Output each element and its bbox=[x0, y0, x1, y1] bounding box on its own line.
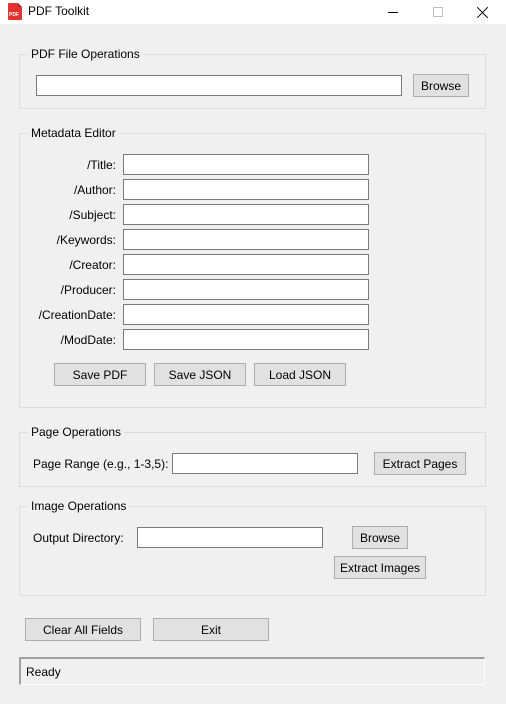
exit-button[interactable]: Exit bbox=[153, 618, 269, 641]
save-pdf-button[interactable]: Save PDF bbox=[54, 363, 146, 386]
metadata-editor-title: Metadata Editor bbox=[28, 126, 119, 140]
title-bar: PDF PDF Toolkit bbox=[0, 0, 506, 24]
extract-images-button[interactable]: Extract Images bbox=[334, 556, 426, 579]
output-directory-input[interactable] bbox=[137, 527, 323, 548]
status-bar: Ready bbox=[19, 657, 485, 685]
pdf-browse-button[interactable]: Browse bbox=[413, 74, 469, 97]
subject-field-label: /Subject: bbox=[69, 208, 116, 222]
status-text: Ready bbox=[26, 665, 61, 679]
creator-field-input[interactable] bbox=[123, 254, 369, 275]
close-button[interactable] bbox=[460, 0, 506, 24]
clear-all-fields-button[interactable]: Clear All Fields bbox=[25, 618, 141, 641]
title-field-input[interactable] bbox=[123, 154, 369, 175]
creator-field-label: /Creator: bbox=[69, 258, 116, 272]
creationdate-field-label: /CreationDate: bbox=[38, 308, 116, 322]
close-icon bbox=[477, 6, 489, 18]
page-range-label: Page Range (e.g., 1-3,5): bbox=[33, 457, 169, 471]
save-json-button[interactable]: Save JSON bbox=[154, 363, 246, 386]
extract-pages-button[interactable]: Extract Pages bbox=[374, 452, 466, 475]
producer-field-label: /Producer: bbox=[60, 283, 116, 297]
keywords-field-input[interactable] bbox=[123, 229, 369, 250]
page-operations-title: Page Operations bbox=[28, 425, 125, 439]
output-directory-label: Output Directory: bbox=[33, 531, 124, 545]
minimize-icon bbox=[388, 11, 398, 13]
moddate-field-label: /ModDate: bbox=[60, 333, 116, 347]
minimize-button[interactable] bbox=[370, 0, 416, 24]
maximize-icon bbox=[433, 7, 443, 17]
creationdate-field-input[interactable] bbox=[123, 304, 369, 325]
page-range-input[interactable] bbox=[172, 453, 358, 474]
maximize-button[interactable] bbox=[415, 0, 461, 24]
window-title: PDF Toolkit bbox=[28, 4, 90, 18]
pdf-file-operations-title: PDF File Operations bbox=[28, 47, 143, 61]
load-json-button[interactable]: Load JSON bbox=[254, 363, 346, 386]
image-operations-group: Image Operations bbox=[19, 499, 486, 596]
pdf-app-icon: PDF bbox=[8, 3, 22, 20]
image-operations-title: Image Operations bbox=[28, 499, 130, 513]
pdf-file-path-input[interactable] bbox=[36, 75, 402, 96]
subject-field-input[interactable] bbox=[123, 204, 369, 225]
author-field-label: /Author: bbox=[73, 183, 116, 197]
author-field-input[interactable] bbox=[123, 179, 369, 200]
title-field-label: /Title: bbox=[87, 158, 116, 172]
output-directory-browse-button[interactable]: Browse bbox=[352, 526, 408, 549]
moddate-field-input[interactable] bbox=[123, 329, 369, 350]
keywords-field-label: /Keywords: bbox=[56, 233, 116, 247]
producer-field-input[interactable] bbox=[123, 279, 369, 300]
